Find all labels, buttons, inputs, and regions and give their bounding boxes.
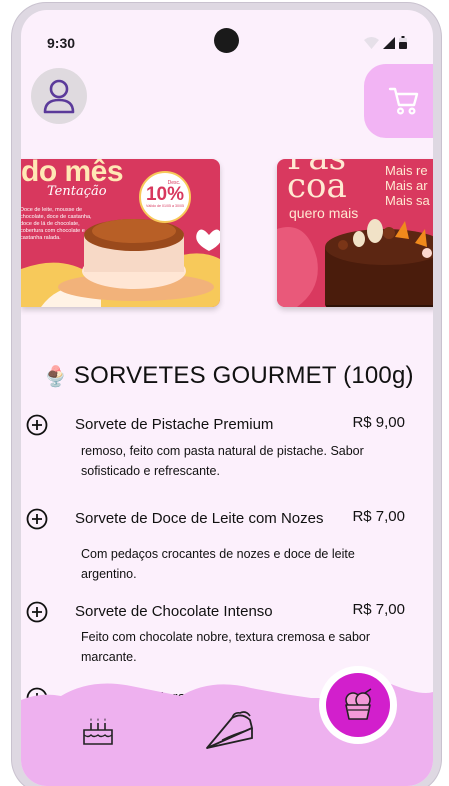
profile-avatar[interactable]: [31, 68, 87, 124]
app-screen: 9:30 do mês Tentação Doce de leite, mous…: [21, 10, 433, 786]
item-price: R$ 7,00: [352, 601, 405, 618]
item-price: R$ 9,00: [352, 414, 405, 431]
banner-description: Doce de leite, mousse de chocolate, doce…: [21, 207, 92, 241]
status-time: 9:30: [47, 35, 76, 51]
nav-item-pies[interactable]: [204, 708, 256, 757]
signal-icon: [383, 36, 395, 49]
ice-cream-icon: [345, 688, 372, 720]
wifi-icon: [364, 36, 379, 49]
item-name: Sorvete de Chocolate Intenso: [75, 603, 273, 620]
status-icons: [364, 36, 407, 49]
add-circle-icon[interactable]: [26, 414, 48, 436]
promo-banner-cake-month[interactable]: do mês Tentação Doce de leite, mousse de…: [21, 159, 220, 307]
active-fab[interactable]: [326, 673, 390, 737]
banner-script: Tentação: [47, 184, 107, 199]
discount-badge: Desc. 10% Válido de 01/05 a 30/05: [139, 171, 191, 223]
description-line: Com pedaços crocantes de nozes e doce de…: [81, 547, 355, 581]
item-name: Sorvete de Pistache Premium: [75, 416, 274, 433]
shopping-cart-icon: [388, 87, 419, 115]
item-description: Feito com chocolate nobre, textura cremo…: [81, 627, 411, 667]
badge-small-bottom: Válido de 01/05 a 30/05: [146, 204, 184, 208]
item-name: Sorvete de Doce de Leite com Nozes: [75, 510, 324, 527]
section-title: SORVETES GOURMET (100g): [73, 362, 414, 389]
description-line: sofisticado e refrescante.: [81, 464, 220, 478]
description-line: Feito com chocolate nobre, textura cremo…: [81, 630, 371, 644]
battery-icon: [399, 36, 407, 49]
front-camera: [214, 28, 239, 53]
promo-banner-easter[interactable]: Pás coa quero mais Mais re Mais ar Mais …: [277, 159, 433, 307]
add-circle-icon[interactable]: [26, 508, 48, 530]
user-avatar-icon: [43, 79, 75, 114]
description-line: marcante.: [81, 650, 137, 664]
item-price: R$ 7,00: [352, 508, 405, 525]
item-description: remoso, feito com pasta natural de pista…: [81, 441, 411, 481]
description-line: remoso, feito com pasta natural de pista…: [81, 444, 364, 458]
add-circle-icon[interactable]: [26, 601, 48, 623]
side-text-line: Mais re: [385, 163, 428, 178]
side-text-line: Mais ar: [385, 178, 428, 193]
pie-slice-icon: [206, 711, 253, 749]
item-description: Com pedaços crocantes de nozes e doce de…: [81, 544, 411, 584]
side-text-line: Mais sa: [385, 193, 430, 208]
ice-cream-bowl-icon: 🍨: [43, 365, 68, 388]
badge-percent: 10%: [145, 184, 185, 205]
cake-icon: [83, 718, 113, 745]
cart-button[interactable]: [364, 64, 433, 138]
banner-headline-line2: coa: [287, 166, 347, 206]
banner-side-text: Mais re Mais ar Mais sa: [385, 163, 430, 208]
section-header: 🍨 SORVETES GOURMET (100g): [43, 362, 414, 390]
nav-item-ice-cream[interactable]: [319, 666, 397, 744]
nav-item-cakes[interactable]: [81, 714, 115, 751]
banner-script: quero mais: [289, 205, 359, 221]
bottom-navigation: [21, 666, 433, 786]
